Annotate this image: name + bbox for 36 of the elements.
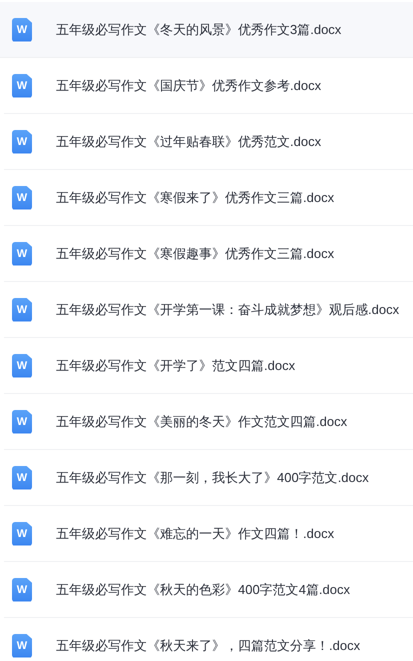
word-document-icon: W bbox=[12, 186, 32, 210]
file-name: 五年级必写作文《寒假趣事》优秀作文三篇.docx bbox=[56, 244, 334, 262]
file-name: 五年级必写作文《开学第一课：奋斗成就梦想》观后感.docx bbox=[56, 300, 400, 318]
file-item[interactable]: W 五年级必写作文《开学第一课：奋斗成就梦想》观后感.docx bbox=[4, 282, 413, 338]
word-document-icon: W bbox=[12, 522, 32, 546]
file-item[interactable]: W 五年级必写作文《那一刻，我长大了》400字范文.docx bbox=[4, 450, 413, 506]
word-document-icon: W bbox=[12, 410, 32, 434]
file-item[interactable]: W 五年级必写作文《国庆节》优秀作文参考.docx bbox=[4, 58, 413, 114]
file-item[interactable]: W 五年级必写作文《难忘的一天》作文四篇！.docx bbox=[4, 506, 413, 562]
file-item[interactable]: W 五年级必写作文《秋天来了》，四篇范文分享！.docx bbox=[4, 618, 413, 661]
word-document-icon: W bbox=[12, 354, 32, 378]
file-name: 五年级必写作文《冬天的风景》优秀作文3篇.docx bbox=[56, 20, 342, 38]
word-document-icon: W bbox=[12, 18, 32, 42]
file-item[interactable]: W 五年级必写作文《美丽的冬天》作文范文四篇.docx bbox=[4, 394, 413, 450]
file-name: 五年级必写作文《国庆节》优秀作文参考.docx bbox=[56, 76, 322, 94]
file-item[interactable]: W 五年级必写作文《冬天的风景》优秀作文3篇.docx bbox=[0, 2, 413, 58]
file-name: 五年级必写作文《难忘的一天》作文四篇！.docx bbox=[56, 524, 334, 542]
file-name: 五年级必写作文《寒假来了》优秀作文三篇.docx bbox=[56, 188, 334, 206]
file-item[interactable]: W 五年级必写作文《过年贴春联》优秀范文.docx bbox=[4, 114, 413, 170]
file-name: 五年级必写作文《过年贴春联》优秀范文.docx bbox=[56, 132, 322, 150]
word-document-icon: W bbox=[12, 242, 32, 266]
file-name: 五年级必写作文《那一刻，我长大了》400字范文.docx bbox=[56, 468, 369, 486]
word-document-icon: W bbox=[12, 130, 32, 154]
word-document-icon: W bbox=[12, 466, 32, 490]
file-item[interactable]: W 五年级必写作文《开学了》范文四篇.docx bbox=[4, 338, 413, 394]
file-item[interactable]: W 五年级必写作文《寒假趣事》优秀作文三篇.docx bbox=[4, 226, 413, 282]
file-item[interactable]: W 五年级必写作文《寒假来了》优秀作文三篇.docx bbox=[4, 170, 413, 226]
word-document-icon: W bbox=[12, 578, 32, 602]
word-document-icon: W bbox=[12, 634, 32, 658]
file-name: 五年级必写作文《开学了》范文四篇.docx bbox=[56, 356, 296, 374]
file-name: 五年级必写作文《美丽的冬天》作文范文四篇.docx bbox=[56, 412, 348, 430]
word-document-icon: W bbox=[12, 298, 32, 322]
file-name: 五年级必写作文《秋天来了》，四篇范文分享！.docx bbox=[56, 636, 360, 654]
file-item[interactable]: W 五年级必写作文《秋天的色彩》400字范文4篇.docx bbox=[4, 562, 413, 618]
word-document-icon: W bbox=[12, 74, 32, 98]
file-name: 五年级必写作文《秋天的色彩》400字范文4篇.docx bbox=[56, 580, 350, 598]
